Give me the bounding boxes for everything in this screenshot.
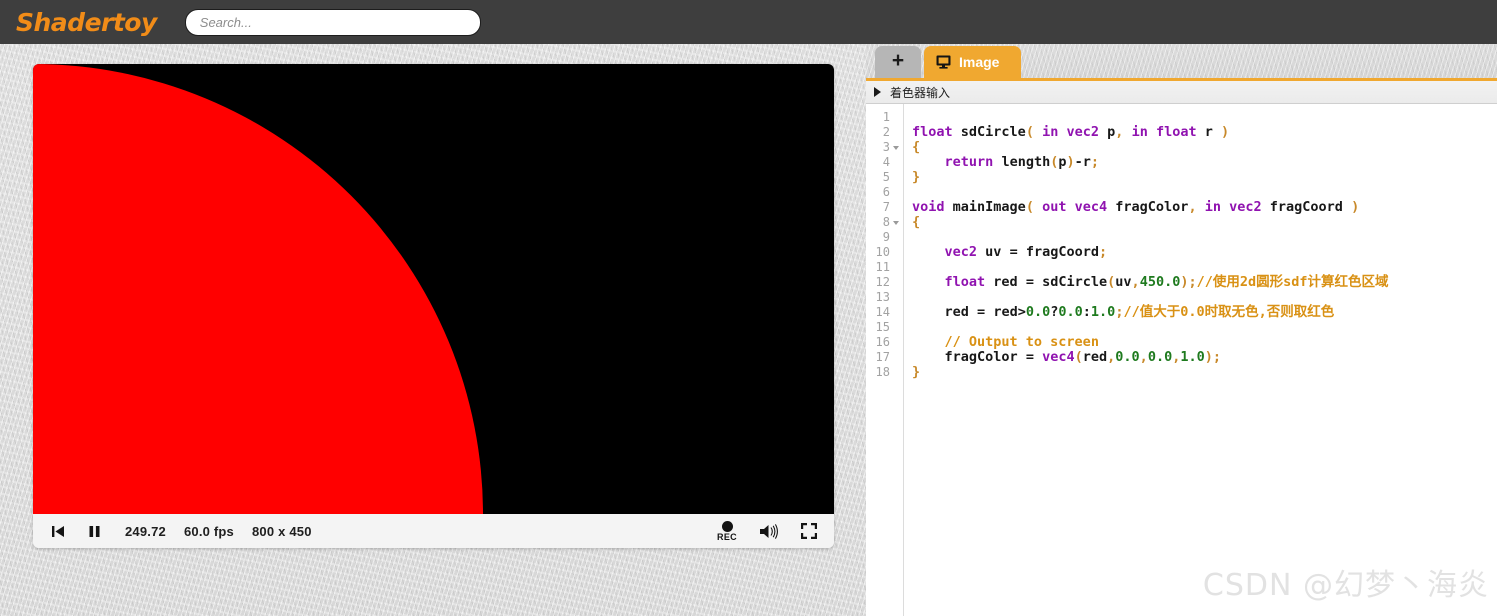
player-control-bar: 249.72 60.0 fps 800 x 450 REC: [33, 514, 834, 548]
code-content[interactable]: float sdCircle( in vec2 p, in float r ){…: [904, 104, 1497, 616]
code-line: fragColor = vec4(red,0.0,0.0,1.0);: [944, 349, 1221, 365]
volume-icon[interactable]: [756, 518, 782, 544]
line-number: 16: [875, 335, 890, 349]
shader-inputs-label: 着色器输入: [890, 85, 951, 100]
search-box: [184, 8, 481, 36]
record-dot-icon: [721, 520, 733, 532]
monitor-icon: [936, 55, 951, 69]
code-line: {: [912, 139, 921, 155]
tab-image[interactable]: Image: [924, 46, 1022, 78]
line-number: 2: [882, 125, 890, 139]
line-number: 11: [875, 260, 890, 274]
line-number: 12: [875, 275, 890, 289]
resolution-readout: 800 x 450: [251, 523, 312, 539]
code-line: // Output to screen: [944, 334, 1099, 350]
line-number: 5: [882, 170, 890, 184]
code-line: void mainImage( out vec4 fragColor, in v…: [912, 199, 1360, 215]
fold-toggle-icon[interactable]: [893, 145, 899, 150]
record-label: REC: [717, 531, 737, 542]
editor-tab-bar: + Image: [866, 44, 1497, 81]
fullscreen-icon[interactable]: [796, 518, 822, 544]
fold-toggle-icon[interactable]: [893, 220, 899, 225]
line-number: 18: [875, 365, 890, 379]
code-line: vec2 uv = fragCoord;: [944, 244, 1108, 260]
reset-icon[interactable]: [45, 518, 71, 544]
code-line: return length(p)-r;: [944, 154, 1100, 170]
line-number: 13: [875, 290, 890, 304]
line-number: 1: [882, 110, 890, 124]
line-number: 9: [882, 230, 890, 244]
top-header-bar: Shadertoy: [0, 0, 1497, 44]
csdn-watermark: CSDN @幻梦丶海炎: [1202, 568, 1489, 603]
code-line: {: [912, 214, 921, 230]
line-number: 6: [882, 185, 890, 199]
shader-preview-panel: 249.72 60.0 fps 800 x 450 REC: [33, 64, 834, 548]
code-line: }: [912, 169, 921, 185]
add-tab-button[interactable]: +: [875, 46, 921, 78]
shader-canvas[interactable]: [33, 64, 834, 514]
code-editor[interactable]: 1 2 3 4 5 6 7 8 9 10 11 12 13 14 15 16 17 18 float sdCirc…: [866, 104, 1497, 616]
code-line: float sdCircle( in vec2 p, in float r ): [912, 124, 1230, 140]
chevron-right-icon: [874, 87, 881, 97]
code-line: }: [912, 364, 921, 380]
line-number: 4: [882, 155, 890, 169]
line-number: 3: [866, 140, 903, 155]
line-number: 14: [875, 305, 890, 319]
tab-image-label: Image: [959, 54, 1000, 70]
line-number-gutter: 1 2 3 4 5 6 7 8 9 10 11 12 13 14 15 16 17 18: [866, 104, 904, 616]
line-number: 10: [875, 245, 890, 259]
line-number: 15: [875, 320, 890, 334]
shader-red-circle: [33, 64, 483, 514]
line-number: 8: [866, 215, 903, 230]
shadertoy-logo[interactable]: Shadertoy: [16, 8, 157, 37]
line-number: 17: [875, 350, 890, 364]
playback-time: 249.72: [125, 523, 166, 539]
code-line: red = red>0.0?0.0:1.0;//值大于0.0时取无色,否则取红色: [944, 304, 1335, 320]
pause-icon[interactable]: [81, 518, 107, 544]
editor-column: + Image 着色器输入 1 2 3 4 5 6 7 8 9 10 11 12 13 14 15 16 17 1…: [866, 44, 1497, 616]
code-line: float red = sdCircle(uv,450.0);//使用2d圆形s…: [944, 274, 1389, 290]
search-input[interactable]: [184, 8, 481, 36]
record-button[interactable]: REC: [712, 520, 742, 542]
fps-readout: 60.0 fps: [183, 523, 234, 539]
line-number: 7: [882, 200, 890, 214]
shader-inputs-section-header[interactable]: 着色器输入: [866, 81, 1497, 104]
